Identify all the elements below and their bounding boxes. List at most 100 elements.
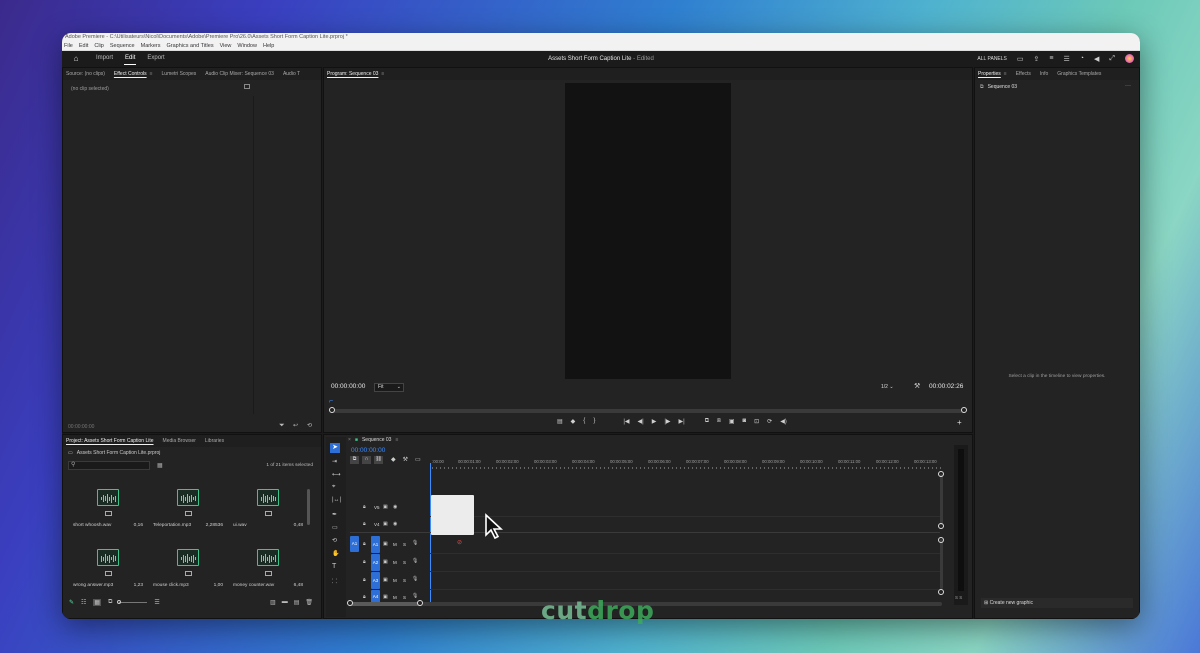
icon-view-icon[interactable]: ▦ xyxy=(93,599,102,606)
tab-lumetri-scopes[interactable]: Lumetri Scopes xyxy=(162,71,197,77)
nest-icon[interactable]: ⧉ xyxy=(350,456,359,464)
wrench-icon[interactable]: ⚒ xyxy=(914,382,920,390)
rectangle-tool-icon[interactable]: ▭ xyxy=(332,524,338,531)
tab-effects[interactable]: Effects xyxy=(1016,71,1031,77)
adjust-icon[interactable]: ☰ xyxy=(1063,55,1069,63)
media-item-short-whoosh[interactable]: short whoosh.wav 0,16 xyxy=(67,489,147,539)
track-select-icon[interactable]: ⇥ xyxy=(332,458,337,465)
hand-tool-icon[interactable]: ✋ xyxy=(332,550,339,557)
tab-audio-clip-mixer[interactable]: Audio Clip Mixer: Sequence 03 xyxy=(205,71,274,77)
track-name-a1[interactable]: A1 xyxy=(371,536,380,553)
lock-icon[interactable]: 🔒︎ xyxy=(363,504,366,510)
progress-icon[interactable]: ◔ xyxy=(1080,55,1084,62)
new-item-icon[interactable]: ▤ xyxy=(294,599,300,606)
fullscreen-icon[interactable]: ⤢ xyxy=(1109,55,1115,63)
menu-window[interactable]: Window xyxy=(237,42,257,50)
linked-selection-icon[interactable]: ⛓ xyxy=(374,456,383,464)
lock-icon[interactable]: 🔒︎ xyxy=(363,594,366,600)
play-icon[interactable]: ▶ xyxy=(652,418,657,425)
menu-help[interactable]: Help xyxy=(263,42,274,50)
scrub-start-handle[interactable] xyxy=(329,407,335,413)
menu-clip[interactable]: Clip xyxy=(94,42,103,50)
loop-playback-icon[interactable]: ⟳ xyxy=(767,418,772,425)
solo-button[interactable]: S xyxy=(403,595,406,600)
workspace-export[interactable]: Export xyxy=(141,51,170,66)
audio-scroll-handle-bottom[interactable] xyxy=(938,589,944,595)
tab-properties[interactable]: Properties xyxy=(978,71,1001,77)
sort-icon[interactable]: ☰ xyxy=(154,599,159,606)
go-to-out-icon[interactable]: ▶| xyxy=(679,418,685,425)
captions-icon[interactable]: ▭ xyxy=(415,456,421,464)
scrub-end-handle[interactable] xyxy=(961,407,967,413)
tab-info[interactable]: Info xyxy=(1040,71,1048,77)
microphone-icon[interactable]: 🎙︎ xyxy=(412,540,418,546)
sync-lock-icon[interactable]: ▣ xyxy=(383,504,388,510)
mute-button[interactable]: M xyxy=(393,578,397,583)
track-name-a3[interactable]: A3 xyxy=(371,572,380,589)
ripple-edit-icon[interactable]: ⟷ xyxy=(332,471,341,478)
sync-lock-icon[interactable]: ▣ xyxy=(383,594,388,600)
tab-audio-track[interactable]: Audio T xyxy=(283,71,300,77)
timeline-menu-icon[interactable]: ≡ xyxy=(395,437,398,443)
media-item-wrong-answer[interactable]: wrong answer.mp3 1,23 xyxy=(67,549,147,599)
eye-icon[interactable]: ◉ xyxy=(393,521,397,527)
export-icon[interactable]: ↩ xyxy=(293,422,298,429)
export-frame-icon[interactable]: ▣ xyxy=(729,418,735,425)
razor-icon[interactable]: ⌖ xyxy=(332,484,335,491)
microphone-icon[interactable]: 🎙︎ xyxy=(412,593,418,599)
mute-button[interactable]: M xyxy=(393,542,397,547)
home-icon[interactable]: ⌂ xyxy=(62,54,90,63)
resolution-select[interactable]: 1/2 ⌄ xyxy=(881,383,907,392)
meter-solo-labels[interactable]: S S xyxy=(955,595,962,600)
sync-lock-icon[interactable]: ▣ xyxy=(383,577,388,583)
project-search-input[interactable]: ⚲ xyxy=(68,461,150,470)
audio-scroll-handle-top[interactable] xyxy=(938,537,944,543)
marker-icon[interactable]: ▤ xyxy=(557,418,563,425)
menu-file[interactable]: File xyxy=(64,42,73,50)
solo-button[interactable]: S xyxy=(403,578,406,583)
solo-button[interactable]: S xyxy=(403,542,406,547)
menu-graphics[interactable]: Graphics and Titles xyxy=(167,42,214,50)
sync-lock-icon[interactable]: ▣ xyxy=(383,559,388,565)
menu-sequence[interactable]: Sequence xyxy=(110,42,135,50)
lock-icon[interactable]: 🔒︎ xyxy=(363,577,366,583)
workspace-import[interactable]: Import xyxy=(90,51,119,66)
audio-icon[interactable]: ◀ xyxy=(1094,55,1099,63)
tab-project[interactable]: Project: Assets Short Form Caption Lite xyxy=(66,438,154,444)
avatar[interactable] xyxy=(1125,54,1134,63)
zoom-end-handle[interactable] xyxy=(417,600,423,606)
new-bin-icon[interactable]: ▦ xyxy=(157,462,163,469)
media-item-mouse-click[interactable]: mouse click.mp3 1,00 xyxy=(147,549,227,599)
video-scroll-handle-top[interactable] xyxy=(938,471,944,477)
menu-view[interactable]: View xyxy=(220,42,232,50)
add-marker-icon[interactable]: ◆ xyxy=(571,418,576,425)
sync-lock-icon[interactable]: ▣ xyxy=(383,521,388,527)
comparison-icon[interactable]: ⊡ xyxy=(754,418,759,425)
menu-markers[interactable]: Markers xyxy=(141,42,161,50)
media-item-teleportation[interactable]: Teleportation.mp3 2,28536 xyxy=(147,489,227,539)
mute-button[interactable]: M xyxy=(393,595,397,600)
more-options-icon[interactable]: ··· xyxy=(1125,83,1131,89)
microphone-icon[interactable]: 🎙︎ xyxy=(412,576,418,582)
track-name-a2[interactable]: A2 xyxy=(371,554,380,571)
timeline-tab[interactable]: × ■ Sequence 03 ≡ xyxy=(348,437,398,443)
video-scroll-handle-bottom[interactable] xyxy=(938,523,944,529)
time-ruler[interactable]: :00:00 00:00:01:00 00:00:02:00 00:00:03:… xyxy=(432,459,944,469)
project-scrollbar[interactable] xyxy=(307,489,310,525)
solo-button[interactable]: S xyxy=(403,560,406,565)
audio-scrollbar[interactable] xyxy=(940,539,943,589)
eye-icon[interactable]: ◉ xyxy=(393,504,397,510)
tab-source[interactable]: Source: (no clips) xyxy=(66,71,105,77)
microphone-icon[interactable]: 🎙︎ xyxy=(412,558,418,564)
lock-icon[interactable]: 🔒︎ xyxy=(363,541,366,547)
properties-menu-icon[interactable]: ≡ xyxy=(1004,71,1007,77)
create-graphic-button[interactable]: ⊞ Create new graphic xyxy=(981,598,1133,608)
mute-button[interactable]: M xyxy=(393,560,397,565)
program-menu-icon[interactable]: ≡ xyxy=(381,71,384,77)
overwrite-icon[interactable]: ⧈ xyxy=(717,418,721,425)
tab-effect-controls[interactable]: Effect Controls xyxy=(114,71,147,77)
media-item-money-counter[interactable]: money counter.wav 6,48 xyxy=(227,549,307,599)
playhead-marker-icon[interactable]: ⌐ xyxy=(329,398,333,405)
media-item-ui[interactable]: ui.wav 0,48 xyxy=(227,489,307,539)
panel-layout-icon[interactable]: ▭ xyxy=(1017,55,1024,63)
